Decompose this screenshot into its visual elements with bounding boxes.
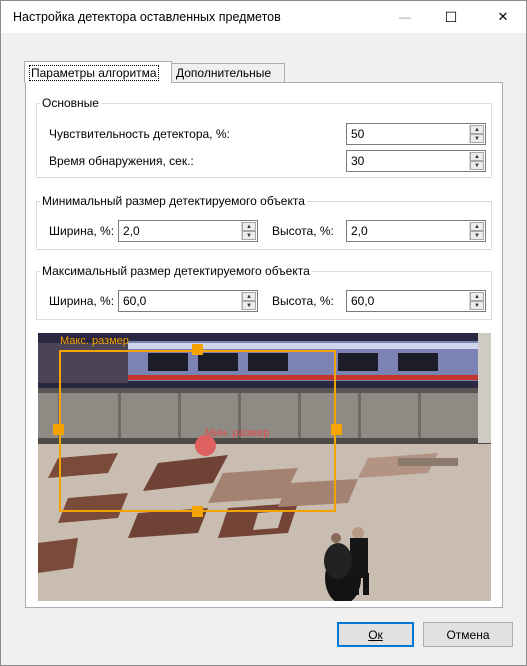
max-height-spinbox[interactable]: 60,0 ▲ ▼ <box>346 290 486 312</box>
resize-handle-bottom[interactable] <box>192 506 203 517</box>
title-bar: Настройка детектора оставленных предмето… <box>1 1 526 33</box>
resize-handle-right[interactable] <box>331 424 342 435</box>
spin-down-icon[interactable]: ▼ <box>470 301 484 310</box>
spin-down-icon[interactable]: ▼ <box>242 301 256 310</box>
tab-algorithm-params-label: Параметры алгоритма <box>29 64 159 81</box>
min-width-value: 2,0 <box>123 224 140 238</box>
spin-up-icon[interactable]: ▲ <box>470 292 484 301</box>
tab-panel: Основные Чувствительность детектора, %: … <box>25 82 503 608</box>
tab-algorithm-params[interactable]: Параметры алгоритма <box>24 61 172 83</box>
spin-down-icon[interactable]: ▼ <box>470 231 484 240</box>
maximize-button[interactable]: ☐ <box>428 1 474 33</box>
spin-up-icon[interactable]: ▲ <box>470 152 484 161</box>
maximize-icon: ☐ <box>444 8 458 25</box>
detection-time-value: 30 <box>351 154 365 168</box>
sensitivity-value: 50 <box>351 127 365 141</box>
spin-up-icon[interactable]: ▲ <box>242 222 256 231</box>
max-size-group-title: Максимальный размер детектируемого объек… <box>40 264 312 278</box>
minimize-button[interactable]: — <box>382 1 428 33</box>
max-height-label: Высота, %: <box>272 294 334 308</box>
max-size-frame[interactable] <box>59 350 336 512</box>
spin-down-icon[interactable]: ▼ <box>470 134 484 143</box>
cancel-button[interactable]: Отмена <box>423 622 513 647</box>
close-button[interactable]: ✕ <box>480 1 526 33</box>
detection-time-spinbox[interactable]: 30 ▲ ▼ <box>346 150 486 172</box>
detection-time-label: Время обнаружения, сек.: <box>49 154 194 168</box>
resize-handle-top[interactable] <box>192 344 203 355</box>
resize-handle-left[interactable] <box>53 424 64 435</box>
sensitivity-label: Чувствительность детектора, %: <box>49 127 230 141</box>
ok-button-label: Ок <box>368 627 383 642</box>
tab-additional[interactable]: Дополнительные <box>171 63 285 83</box>
tab-additional-label: Дополнительные <box>176 66 271 80</box>
min-size-label: Мин. размер <box>205 427 270 439</box>
spin-up-icon[interactable]: ▲ <box>242 292 256 301</box>
min-height-label: Высота, %: <box>272 224 334 238</box>
min-height-value: 2,0 <box>351 224 368 238</box>
spin-up-icon[interactable]: ▲ <box>470 222 484 231</box>
dialog-window: Настройка детектора оставленных предмето… <box>0 0 527 666</box>
max-width-label: Ширина, %: <box>49 294 115 308</box>
video-preview[interactable]: Макс. размер Мин. размер <box>38 333 491 601</box>
spin-down-icon[interactable]: ▼ <box>470 161 484 170</box>
max-size-label: Макс. размер <box>60 335 129 347</box>
max-width-value: 60,0 <box>123 294 147 308</box>
min-height-spinbox[interactable]: 2,0 ▲ ▼ <box>346 220 486 242</box>
close-icon: ✕ <box>497 9 509 24</box>
window-title: Настройка детектора оставленных предмето… <box>13 10 281 24</box>
basic-group-title: Основные <box>40 96 101 110</box>
max-width-spinbox[interactable]: 60,0 ▲ ▼ <box>118 290 258 312</box>
cancel-button-label: Отмена <box>446 627 490 642</box>
min-width-spinbox[interactable]: 2,0 ▲ ▼ <box>118 220 258 242</box>
min-width-label: Ширина, %: <box>49 224 115 238</box>
ok-button[interactable]: Ок <box>337 622 414 647</box>
minimize-icon: — <box>399 10 411 24</box>
max-height-value: 60,0 <box>351 294 375 308</box>
min-size-group-title: Минимальный размер детектируемого объект… <box>40 194 307 208</box>
sensitivity-spinbox[interactable]: 50 ▲ ▼ <box>346 123 486 145</box>
spin-down-icon[interactable]: ▼ <box>242 231 256 240</box>
spin-up-icon[interactable]: ▲ <box>470 125 484 134</box>
